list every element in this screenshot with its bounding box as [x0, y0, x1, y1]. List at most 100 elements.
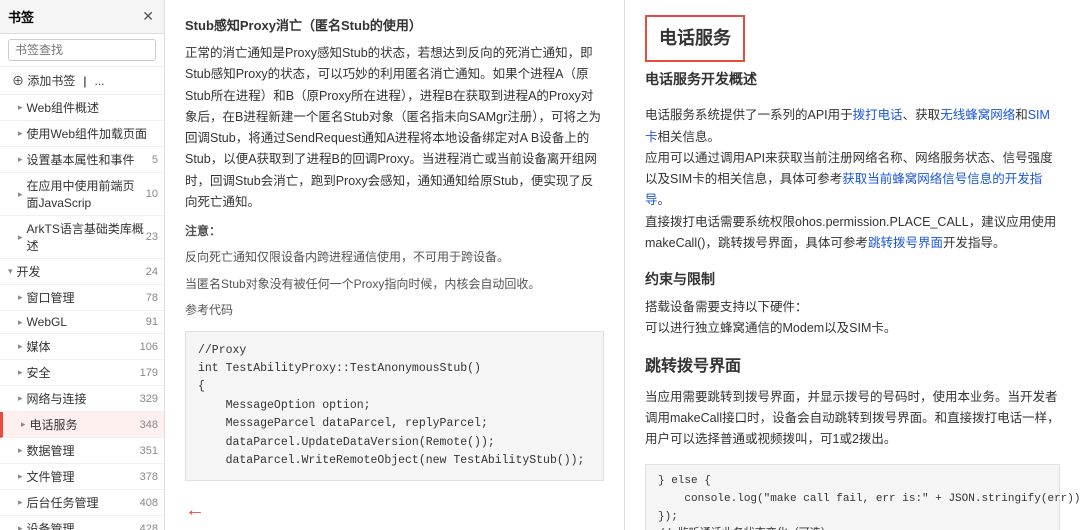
sidebar-arrow-icon: ▸ [18, 523, 23, 530]
add-bookmark-button[interactable]: ⊕ 添加书签 [8, 70, 79, 91]
sidebar-item-count: 78 [146, 292, 158, 304]
sidebar-item-label: 窗口管理 [27, 289, 75, 306]
jump-dial-link[interactable]: 跳转拨号界面 [868, 236, 943, 250]
sidebar-item-telecom-service[interactable]: ▸ 电话服务 348 [0, 412, 164, 438]
plus-icon: ⊕ [12, 74, 24, 88]
more-options-button[interactable]: ... [91, 72, 109, 90]
ref-label: 参考代码 [185, 300, 604, 320]
stub-title: Stub感知Proxy消亡（匿名Stub的使用） [185, 15, 604, 37]
sidebar-item-label: 电话服务 [30, 416, 78, 433]
constraint-title: 约束与限制 [645, 268, 1060, 292]
sidebar-item-count: 179 [140, 367, 158, 379]
arrow-indicator: ← [185, 493, 205, 527]
sidebar-arrow-icon: ▸ [18, 189, 23, 200]
search-box [0, 34, 164, 67]
dial-link[interactable]: 拨打电话 [853, 108, 903, 122]
sidebar-item-label: 网络与连接 [27, 390, 87, 407]
constraint-detail: 可以进行独立蜂窝通信的Modem以及SIM卡。 [645, 318, 1060, 339]
main-content: Stub感知Proxy消亡（匿名Stub的使用） 正常的消亡通知是Proxy感知… [165, 0, 1080, 530]
main-title: 电话服务 [659, 23, 731, 54]
toolbar-separator: | [83, 74, 86, 88]
sidebar-item-label: 安全 [27, 364, 51, 381]
right-code-block: } else { console.log("make call fail, er… [645, 464, 1060, 530]
jump-title: 跳转拨号界面 [645, 353, 1060, 380]
sidebar-item-count: 91 [146, 316, 158, 328]
sidebar-item-develop[interactable]: ▾ 开发 24 [0, 259, 164, 285]
sidebar-item-label: 设置基本属性和事件 [27, 151, 135, 168]
sidebar-item-label: 后台任务管理 [27, 494, 99, 511]
sidebar-arrow-icon: ▸ [18, 154, 23, 165]
close-sidebar-button[interactable]: ✕ [140, 6, 156, 27]
sidebar-arrow-icon: ▸ [18, 292, 23, 303]
sidebar-item-network-connection[interactable]: ▸网络与连接329 [0, 386, 164, 412]
sidebar-item-setup-basic-properties[interactable]: ▸ 设置基本属性和事件 5 [0, 147, 164, 173]
right-title-section: 电话服务 电话服务开发概述 [645, 15, 1060, 91]
sidebar-arrow-icon: ▸ [18, 317, 23, 328]
sidebar-header: 书签 ✕ [0, 0, 164, 34]
sidebar-item-data-management[interactable]: ▸ 数据管理 351 [0, 438, 164, 464]
sidebar-arrow-icon: ▸ [18, 367, 23, 378]
sidebar-item-label: 使用Web组件加载页面 [27, 125, 147, 142]
jump-section: 跳转拨号界面 当应用需要跳转到拨号界面，并显示拨号的号码时，使用本业务。当开发者… [645, 353, 1060, 450]
code-section-right: } else { console.log("make call fail, er… [645, 464, 1060, 530]
sidebar-item-label: ArkTS语言基础类库概述 [27, 220, 146, 254]
sidebar-actions: ✕ [140, 6, 156, 27]
sidebar-item-count: 348 [140, 419, 158, 431]
sidebar-arrow-icon: ▸ [21, 419, 26, 430]
stub-para1: 正常的消亡通知是Proxy感知Stub的状态，若想达到反向的死消亡通知，即Stu… [185, 43, 604, 213]
right-para1: 电话服务系统提供了一系列的API用于拨打电话、获取无线蜂窝网络和SIM卡相关信息… [645, 105, 1060, 148]
right-subtitle: 电话服务开发概述 [645, 68, 1060, 92]
sidebar-arrow-icon: ▸ [18, 128, 23, 139]
sidebar-item-count: 24 [146, 266, 158, 278]
sidebar-item-ark-ts-base-overview[interactable]: ▸ArkTS语言基础类库概述23 [0, 216, 164, 259]
sidebar-arrow-icon: ▸ [18, 102, 23, 113]
middle-panel: Stub感知Proxy消亡（匿名Stub的使用） 正常的消亡通知是Proxy感知… [165, 0, 625, 530]
sidebar-item-window-management[interactable]: ▸ 窗口管理 78 [0, 285, 164, 311]
sidebar-item-use-web-component-load[interactable]: ▸ 使用Web组件加载页面 [0, 121, 164, 147]
sidebar-item-background-task[interactable]: ▸ 后台任务管理 408 [0, 490, 164, 516]
right-para2: 应用可以通过调用API来获取当前注册网络名称、网络服务状态、信号强度以及SIM卡… [645, 148, 1060, 212]
sidebar-item-label: 设备管理 [27, 520, 75, 530]
sidebar-item-web-component-overview[interactable]: ▸Web组件概述 [0, 95, 164, 121]
sidebar-list: ▸Web组件概述▸使用Web组件加载页面▸设置基本属性和事件5▸在应用中使用前端… [0, 95, 164, 530]
sidebar-item-label: 文件管理 [27, 468, 75, 485]
constraint-text: 搭载设备需要支持以下硬件： [645, 297, 1060, 318]
sidebar-item-label: WebGL [27, 315, 67, 329]
sidebar-item-use-javascript-in-app[interactable]: ▸ 在应用中使用前端页面JavaScrip10 [0, 173, 164, 216]
sidebar-item-label: 开发 [17, 263, 41, 280]
sidebar-item-file-management[interactable]: ▸文件管理378 [0, 464, 164, 490]
sidebar-item-security[interactable]: ▸ 安全 179 [0, 360, 164, 386]
sidebar-item-device-management[interactable]: ▸ 设备管理 428 [0, 516, 164, 530]
sidebar-arrow-icon: ▸ [18, 393, 23, 404]
stub-section: Stub感知Proxy消亡（匿名Stub的使用） 正常的消亡通知是Proxy感知… [185, 15, 604, 481]
sidebar-item-label: 在应用中使用前端页面JavaScrip [27, 177, 146, 211]
sidebar-arrow-icon: ▸ [18, 445, 23, 456]
jump-para: 当应用需要跳转到拨号界面，并显示拨号的号码时，使用本业务。当开发者调用makeC… [645, 387, 1060, 451]
sidebar-item-count: 378 [140, 471, 158, 483]
sidebar-item-webgl[interactable]: ▸ WebGL 91 [0, 311, 164, 334]
right-para3: 直接拨打电话需要系统权限ohos.permission.PLACE_CALL，建… [645, 212, 1060, 255]
cellular-link[interactable]: 无线蜂窝网络 [940, 108, 1015, 122]
note-text1: 反向死亡通知仅限设备内跨进程通信使用，不可用于跨设备。 [185, 247, 604, 267]
search-input[interactable] [8, 39, 156, 61]
right-panel: 电话服务 电话服务开发概述 电话服务系统提供了一系列的API用于拨打电话、获取无… [625, 0, 1080, 530]
right-intro: 电话服务系统提供了一系列的API用于拨打电话、获取无线蜂窝网络和SIM卡相关信息… [645, 105, 1060, 254]
sidebar-item-count: 408 [140, 497, 158, 509]
sidebar-item-count: 5 [152, 154, 158, 166]
sidebar-item-label: 媒体 [27, 338, 51, 355]
sidebar-arrow-icon: ▾ [8, 266, 13, 277]
constraint-section: 约束与限制 搭载设备需要支持以下硬件： 可以进行独立蜂窝通信的Modem以及SI… [645, 268, 1060, 339]
title-box: 电话服务 [645, 15, 745, 62]
sidebar-item-count: 351 [140, 445, 158, 457]
note-text2: 当匿名Stub对象没有被任何一个Proxy指向时候，内核会自动回收。 [185, 274, 604, 294]
sidebar-title: 书签 [8, 7, 34, 26]
sidebar-item-count: 106 [140, 341, 158, 353]
sidebar: 书签 ✕ ⊕ 添加书签 | ... ▸Web组件概述▸使用Web组件加载页面▸设… [0, 0, 165, 530]
sidebar-item-count: 10 [146, 188, 158, 200]
sidebar-item-label: 数据管理 [27, 442, 75, 459]
note-label: 注意： [185, 221, 604, 241]
sidebar-arrow-icon: ▸ [18, 497, 23, 508]
sidebar-item-media[interactable]: ▸ 媒体 106 [0, 334, 164, 360]
sidebar-item-count: 428 [140, 523, 158, 530]
sidebar-arrow-icon: ▸ [18, 341, 23, 352]
